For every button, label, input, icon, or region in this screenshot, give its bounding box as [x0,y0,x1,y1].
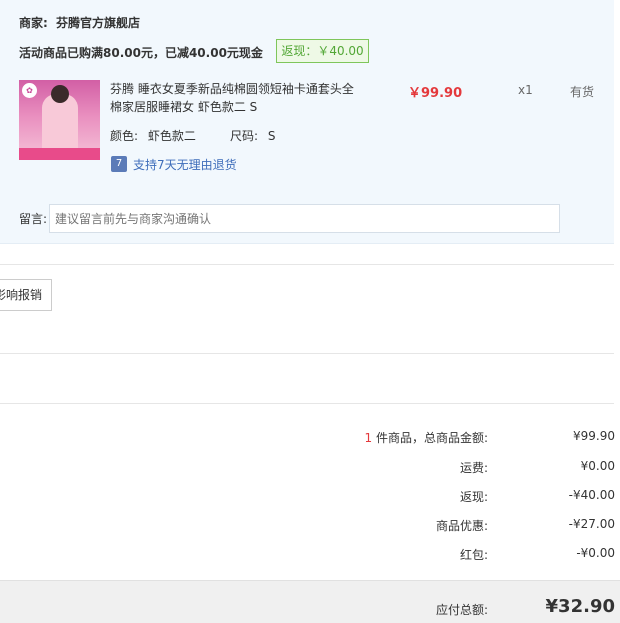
seller-row: 商家: 芬腾官方旗舰店 [19,14,140,31]
message-input[interactable] [49,204,560,233]
brand-logo-icon: ✿ [22,83,37,98]
divider [0,353,614,354]
size-spec: 尺码: S [230,127,276,144]
goods-count-label: 1 件商品，总商品金额: [364,429,488,446]
discount-value: -¥27.00 [568,517,615,531]
color-spec: 颜色: 虾色款二 [110,127,196,144]
goods-total: ¥99.90 [573,429,615,443]
thumbnail-model-shape [51,85,69,103]
product-quantity: x1 [518,83,533,97]
invoice-button[interactable]: 影响报销 [0,279,52,311]
cashback-value: -¥40.00 [568,488,615,502]
redpacket-value: -¥0.00 [576,546,615,560]
return-policy-link[interactable]: 支持7天无理由退货 [133,156,237,173]
promo-text: 活动商品已购满80.00元，已减40.00元现金 [19,46,263,60]
thumbnail-promo-band [19,148,100,160]
divider [0,403,614,404]
stock-status: 有货 [570,85,595,99]
payable-value: ¥32.90 [545,596,615,617]
goods-count-suffix: 件商品，总商品金额: [375,431,488,445]
goods-count: 1 [364,431,373,445]
divider [0,264,614,265]
seller-label: 商家: [19,16,48,30]
shipping-label: 运费: [459,461,488,475]
redpacket-label: 红包: [459,548,488,562]
discount-label: 商品优惠: [435,519,488,533]
seller-name[interactable]: 芬腾官方旗舰店 [56,16,140,30]
seven-day-return-icon: 7 [111,156,127,172]
product-price: ￥99.90 [408,86,463,101]
product-thumbnail[interactable]: ✿ [19,80,100,160]
color-value: 虾色款二 [147,129,196,143]
size-value: S [267,129,276,143]
color-label: 颜色: [110,129,139,143]
size-label: 尺码: [230,129,259,143]
message-label: 留言: [19,212,48,226]
payable-bar [0,580,620,623]
product-title[interactable]: 芬腾 睡衣女夏季新品纯棉圆领短袖卡通套头全棉家居服睡裙女 虾色款二 S [110,80,360,116]
payable-label: 应付总额: [435,603,488,617]
cashback-label: 返现: [459,490,488,504]
rebate-badge: 返现：￥40.00 [276,39,369,63]
shipping-value: ¥0.00 [580,459,615,473]
